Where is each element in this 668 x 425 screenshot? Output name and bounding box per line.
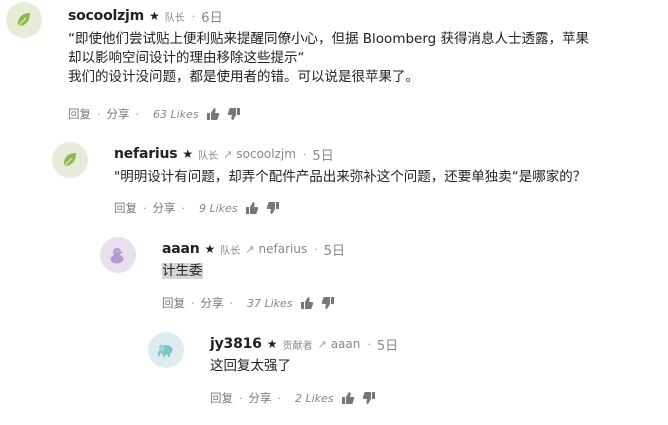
comment-line: 我们的设计没问题，都是使用者的错。可以说是很苹果了。 (68, 69, 419, 85)
thumbs-up-icon[interactable] (300, 296, 314, 310)
separator: · (135, 107, 140, 121)
comment-body: 计生委 (162, 262, 203, 281)
separator: · (191, 296, 195, 310)
thumbs-down-icon[interactable] (266, 201, 280, 215)
reply-arrow-icon: ↗ (223, 147, 233, 161)
thumbs-down-icon[interactable] (227, 107, 241, 121)
share-button[interactable]: 分享 (249, 390, 272, 406)
username[interactable]: nefarius (114, 146, 178, 162)
comment-body: “即使他们尝试贴上便利贴来提醒同僚小心，但据 Bloomberg 获得消息人士透… (68, 30, 589, 87)
reply-button[interactable]: 回复 (114, 200, 137, 216)
username[interactable]: jy3816 (210, 336, 262, 352)
share-button[interactable]: 分享 (201, 295, 224, 311)
separator: · (277, 391, 282, 405)
reply-to-user[interactable]: aaan (331, 337, 361, 351)
reply-to-user[interactable]: socoolzjm (236, 147, 296, 161)
timestamp[interactable]: 5日 (377, 335, 398, 354)
timestamp[interactable]: 5日 (312, 145, 333, 164)
star-icon: ★ (149, 9, 160, 23)
avatar[interactable] (52, 142, 88, 178)
reply-button[interactable]: 回复 (68, 106, 91, 122)
separator: · (367, 337, 371, 351)
avatar[interactable] (100, 237, 136, 273)
separator: · (314, 242, 318, 256)
leaf-icon (63, 153, 76, 167)
comment-line: 计生委 (162, 262, 203, 281)
role-badge: 贡献者 (282, 340, 313, 352)
role-badge: 队长 (220, 245, 241, 257)
avatar[interactable] (148, 332, 184, 368)
reply-to-user[interactable]: nefarius (259, 242, 308, 256)
avatar[interactable] (6, 2, 42, 38)
thumbs-up-icon[interactable] (245, 201, 259, 215)
duck-icon (110, 248, 124, 264)
share-button[interactable]: 分享 (153, 200, 176, 216)
star-icon: ★ (204, 242, 216, 256)
comment-line: 这回复太强了 (210, 358, 291, 374)
reply-button[interactable]: 回复 (210, 390, 233, 406)
like-count: 2 Likes (295, 391, 334, 405)
like-count: 9 Likes (199, 201, 238, 215)
separator: · (97, 107, 101, 121)
separator: · (143, 201, 147, 215)
separator: · (191, 9, 196, 23)
comment-line: "明明设计有问题，却弄个配件产品出来弥补这个问题，还要单独卖“是哪家的？ (114, 169, 587, 185)
thumbs-up-icon[interactable] (206, 107, 220, 121)
comment-line: 却以影响空间设计的理由移除这些提示“ (68, 50, 305, 66)
separator: · (302, 147, 307, 161)
comment-body: 这回复太强了 (210, 357, 291, 376)
star-icon: ★ (266, 337, 278, 351)
reply-arrow-icon: ↗ (245, 242, 255, 256)
like-count: 63 Likes (153, 107, 199, 121)
thumbs-up-icon[interactable] (341, 391, 355, 405)
star-icon: ★ (182, 147, 194, 161)
elephant-icon (157, 344, 173, 357)
role-badge: 队长 (198, 150, 219, 162)
thumbs-down-icon[interactable] (321, 296, 335, 310)
role-badge: 队长 (164, 12, 185, 24)
reply-button[interactable]: 回复 (162, 295, 185, 311)
separator: · (229, 296, 234, 310)
highlighted-text: 计生委 (162, 263, 203, 279)
leaf-icon (17, 13, 30, 27)
thumbs-down-icon[interactable] (362, 391, 376, 405)
username[interactable]: aaan (162, 241, 200, 257)
comment-body: "明明设计有问题，却弄个配件产品出来弥补这个问题，还要单独卖“是哪家的？ (114, 168, 586, 187)
separator: · (181, 201, 186, 215)
comment-line: “即使他们尝试贴上便利贴来提醒同僚小心，但据 Bloomberg 获得消息人士透… (68, 31, 590, 47)
share-button[interactable]: 分享 (107, 106, 130, 122)
reply-arrow-icon: ↗ (317, 337, 327, 351)
separator: · (239, 391, 243, 405)
timestamp[interactable]: 6日 (201, 7, 222, 26)
timestamp[interactable]: 5日 (324, 240, 345, 259)
like-count: 37 Likes (247, 296, 293, 310)
username[interactable]: socoolzjm (68, 8, 144, 24)
